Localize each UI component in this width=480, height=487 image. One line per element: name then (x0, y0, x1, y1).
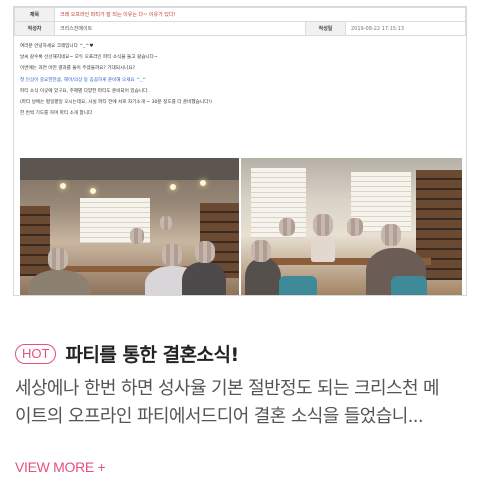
hot-badge: HOT (15, 343, 57, 364)
party-photo-left (20, 158, 239, 295)
date-label: 작성일 (305, 21, 346, 36)
date-value: 2019-08-22 17:15:13 (345, 21, 466, 36)
excerpt-line: 세상에나 한번 하면 성사율 기본 절반정도 되는 크리스천 메 (15, 378, 440, 399)
body-line: 파티 소식 이곳에 있구요, 주제별 다양한 파티도 준비되어 있습니다. (20, 88, 149, 94)
party-photos (20, 158, 462, 295)
post-body: 여러분 안녕하세요 크레입니다 ^_^♥ 날씨 갈수록 선선해지네요~ 모두 오… (14, 36, 466, 117)
view-more-link[interactable]: VIEW MORE + (15, 459, 106, 475)
post-title[interactable]: 파티를 통한 결혼소식! (65, 340, 239, 367)
body-line: 이번에는 과연 어떤 결과를 들어 주셨을까요? 기대되시나요? (20, 66, 136, 72)
body-line: 여러분 안녕하세요 크레입니다 ^_^♥ (20, 44, 94, 49)
post-screenshot: 제목 크레 오프라인 파티가 잘 되는 이유는 다~ 이유가 있다! 작성자 크… (13, 6, 467, 296)
party-photo-right (241, 158, 462, 295)
post-excerpt: 세상에나 한번 하면 성사율 기본 절반정도 되는 크리스천 메 이트의 오프라… (15, 375, 470, 431)
author-label: 작성자 (14, 21, 55, 36)
subject-label: 제목 (14, 7, 55, 22)
post-title-row: HOT 파티를 통한 결혼소식! (15, 340, 239, 367)
body-line: 한 번씩 기도를 하며 파티 소개 합니다 (20, 111, 93, 117)
body-line: (파티 날에는 평일평일 오시는데요, 사실 파티 전에 서로 자기소개 ~ 3… (20, 100, 212, 106)
body-line: 날씨 갈수록 선선해지네요~ 모두 오프라인 파티 소식을 들고 왔습니다~ (20, 55, 158, 61)
body-line: 첫 인상이 중요한만큼, 헤어/의상 등 꼼꼼하게 준비해 오세요 ^_^ (20, 77, 147, 83)
subject-value: 크레 오프라인 파티가 잘 되는 이유는 다~ 이유가 있다! (54, 7, 466, 22)
post-header-table: 제목 크레 오프라인 파티가 잘 되는 이유는 다~ 이유가 있다! 작성자 크… (14, 7, 466, 36)
author-value: 크리스천메이트 (54, 21, 306, 36)
excerpt-line: 이트의 오프라인 파티에서드디어 결혼 소식을 들었습니... (15, 406, 424, 427)
